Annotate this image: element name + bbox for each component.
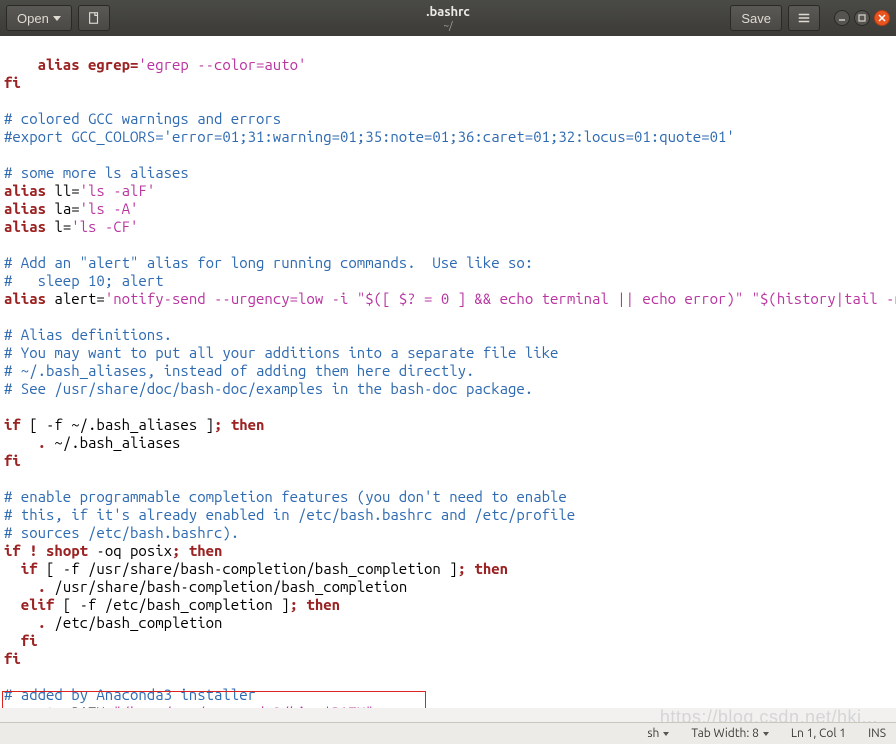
editor-area[interactable]: alias egrep='egrep --color=auto' fi # co… — [0, 36, 896, 708]
code-text: [ -f ~/.bash_aliases ] — [21, 416, 214, 433]
code-comment: #export GCC_COLORS='error=01;31:warning=… — [4, 128, 735, 145]
chevron-down-icon — [53, 16, 61, 21]
highlight-box — [2, 691, 426, 708]
open-button[interactable]: Open — [6, 5, 72, 31]
code-text: if — [4, 542, 21, 559]
code-text: /etc/bash_completion — [46, 614, 222, 631]
status-tabwidth[interactable]: Tab Width: 8 — [691, 727, 768, 740]
code-text: 'notify-send --urgency=low -i "$([ $? = … — [105, 290, 896, 307]
code-text: if — [4, 560, 38, 577]
code-text: 'ls -CF' — [71, 218, 138, 235]
status-lang-label: sh — [647, 727, 659, 740]
menu-button[interactable] — [788, 5, 820, 31]
status-mode-label: INS — [868, 727, 886, 740]
maximize-button[interactable] — [854, 10, 870, 26]
code-text: then — [466, 560, 508, 577]
statusbar: sh Tab Width: 8 Ln 1, Col 1 INS — [0, 722, 896, 744]
code-comment: # enable programmable completion feature… — [4, 488, 567, 505]
titlebar: Open .bashrc ~/ Save — [0, 0, 896, 36]
code-text: then — [222, 416, 264, 433]
titlebar-left: Open — [6, 5, 110, 31]
minimize-icon — [838, 14, 846, 22]
code-text: /usr/share/bash-completion/bash_completi… — [46, 578, 407, 595]
titlebar-right: Save — [730, 5, 890, 31]
code-text: fi — [4, 650, 21, 667]
status-lang[interactable]: sh — [647, 727, 669, 740]
code-text: -oq posix — [88, 542, 172, 559]
code-text: then — [180, 542, 222, 559]
code-text: 'ls -A' — [80, 200, 139, 217]
code-text: [ -f /usr/share/bash-completion/bash_com… — [38, 560, 458, 577]
code-text — [4, 614, 38, 631]
code-text: fi — [4, 632, 38, 649]
code-text: la= — [46, 200, 80, 217]
save-label: Save — [741, 11, 771, 26]
code-text: alias — [4, 290, 46, 307]
code-text: elif — [4, 596, 54, 613]
chevron-down-icon — [763, 732, 769, 736]
code-comment: # colored GCC warnings and errors — [4, 110, 281, 127]
code-text: 'ls -alF' — [80, 182, 156, 199]
minimize-button[interactable] — [834, 10, 850, 26]
code-text — [4, 578, 38, 595]
code-text: . — [38, 434, 46, 451]
code-comment: # sleep 10; alert — [4, 272, 164, 289]
code-text: l= — [46, 218, 71, 235]
code-text: ll= — [46, 182, 80, 199]
code-text: ; — [290, 596, 298, 613]
code-text: if — [4, 416, 21, 433]
maximize-icon — [858, 14, 866, 22]
code-text: fi — [4, 452, 21, 469]
status-tabwidth-label: Tab Width: 8 — [691, 727, 758, 740]
code-text: ~/.bash_aliases — [46, 434, 180, 451]
code-text: then — [298, 596, 340, 613]
code-text: ! — [21, 542, 38, 559]
code-text: shopt — [38, 542, 88, 559]
hamburger-icon — [797, 11, 811, 25]
save-button[interactable]: Save — [730, 5, 782, 31]
window-controls — [834, 10, 890, 26]
code-text: . — [38, 578, 46, 595]
code-comment: # some more ls aliases — [4, 164, 189, 181]
code-text: alert= — [46, 290, 105, 307]
code-comment: # Add an "alert" alias for long running … — [4, 254, 533, 271]
chevron-down-icon — [663, 732, 669, 736]
code-text — [4, 434, 38, 451]
code-comment: # You may want to put all your additions… — [4, 344, 558, 361]
code-text: alias — [4, 182, 46, 199]
close-button[interactable] — [874, 10, 890, 26]
document-icon — [87, 11, 101, 25]
status-position[interactable]: Ln 1, Col 1 — [791, 727, 846, 740]
close-icon — [878, 14, 886, 22]
window-title: .bashrc — [426, 5, 469, 19]
code-text: alias — [4, 218, 46, 235]
code-comment: # ~/.bash_aliases, instead of adding the… — [4, 362, 474, 379]
code-comment: # this, if it's already enabled in /etc/… — [4, 506, 575, 523]
open-label: Open — [17, 11, 49, 26]
new-doc-button[interactable] — [78, 5, 110, 31]
code-text: 'egrep --color=auto' — [138, 56, 306, 73]
titlebar-center: .bashrc ~/ — [426, 5, 469, 30]
code-text: ; — [458, 560, 466, 577]
code-text: alias egrep= — [4, 56, 138, 73]
window-subtitle: ~/ — [426, 20, 469, 31]
code-comment: # sources /etc/bash.bashrc). — [4, 524, 239, 541]
code-comment: # See /usr/share/doc/bash-doc/examples i… — [4, 380, 533, 397]
status-position-label: Ln 1, Col 1 — [791, 727, 846, 740]
code-text: [ -f /etc/bash_completion ] — [54, 596, 289, 613]
code-comment: # Alias definitions. — [4, 326, 172, 343]
code-text: . — [38, 614, 46, 631]
status-mode[interactable]: INS — [868, 727, 886, 740]
code-text: alias — [4, 200, 46, 217]
code-text: fi — [4, 74, 21, 91]
